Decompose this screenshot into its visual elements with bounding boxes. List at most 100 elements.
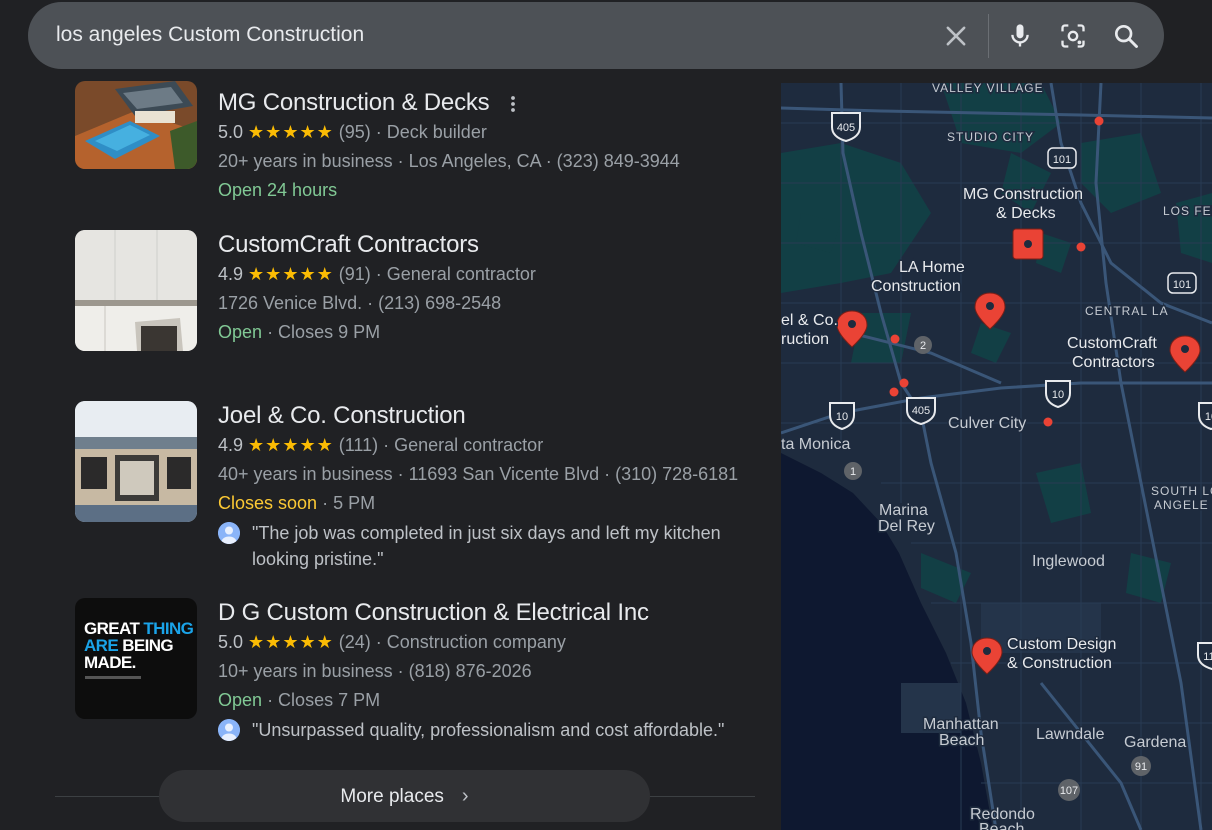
more-options-icon[interactable] [510, 95, 516, 113]
result-title[interactable]: MG Construction & Decks [218, 88, 778, 118]
us-101-shield: 101 [1047, 147, 1077, 169]
pin-label-la-home: Construction [871, 278, 961, 295]
map[interactable]: 405 101 101 10 10 405 1 2 1 91 107 11 VA… [781, 83, 1212, 830]
pin-label-customcraft: Contractors [1072, 354, 1155, 371]
svg-text:2: 2 [920, 340, 926, 352]
review-text: "The job was completed in just six days … [252, 523, 721, 569]
company-logo: GREAT THING ARE BEING MADE. [84, 619, 194, 672]
map-label-south-la: SOUTH LO [1151, 484, 1212, 498]
details: 40+ years in business · 11693 San Vicent… [218, 464, 739, 484]
map-label-lawndale: Lawndale [1036, 726, 1105, 743]
map-pin-mg-construction[interactable] [1012, 228, 1044, 260]
result-thumbnail[interactable] [75, 401, 197, 522]
result-thumbnail[interactable]: GREAT THING ARE BEING MADE. [75, 598, 197, 719]
category: · General contractor [383, 435, 544, 455]
details: 1726 Venice Blvd. · (213) 698-2548 [218, 293, 502, 313]
result-thumbnail[interactable] [75, 81, 197, 169]
more-places-button[interactable]: More places › [159, 770, 650, 822]
interstate-405-shield: 405 [831, 112, 861, 143]
map-label-del-rey: Del Rey [878, 518, 935, 535]
svg-text:107: 107 [1060, 785, 1078, 797]
search-icon[interactable] [1112, 22, 1140, 50]
pin-label-custom-design: & Construction [1007, 655, 1112, 672]
pin-label-mg: & Decks [996, 205, 1056, 222]
pin-label-custom-design: Custom Design [1007, 636, 1116, 653]
review-snippet: "Unsurpassed quality, professionalism an… [218, 717, 778, 743]
mic-icon[interactable] [1006, 22, 1034, 50]
svg-text:101: 101 [1173, 279, 1191, 291]
category: · Deck builder [375, 122, 487, 142]
review-snippet: "The job was completed in just six days … [218, 520, 778, 572]
pin-label-mg: MG Construction [963, 186, 1083, 203]
map-label-valley-village: VALLEY VILLAGE [932, 83, 1044, 95]
search-bar[interactable]: los angeles Custom Construction [28, 2, 1164, 69]
map-label-studio-city: STUDIO CITY [947, 130, 1034, 144]
rating-stars: ★★★★★ [248, 435, 334, 455]
category: · General contractor [375, 264, 536, 284]
route-1-shield: 1 [844, 462, 862, 480]
svg-text:405: 405 [912, 405, 930, 417]
close-icon[interactable] [942, 22, 970, 50]
interstate-10-shield: 10 [829, 402, 855, 431]
review-count[interactable]: (95) [339, 122, 371, 142]
result-title[interactable]: Joel & Co. Construction [218, 401, 778, 431]
result-thumbnail[interactable] [75, 230, 197, 351]
rating-value: 4.9 [218, 264, 244, 284]
pin-label-joel: ruction [781, 331, 829, 348]
result-info: CustomCraft Contractors 4.9 ★★★★★ (91) ·… [218, 230, 778, 347]
rating-stars: ★★★★★ [248, 264, 334, 284]
svg-text:405: 405 [837, 122, 855, 134]
hours-status: Open 24 hours [218, 180, 338, 200]
pin-label-la-home: LA Home [899, 259, 965, 276]
result-info: D G Custom Construction & Electrical Inc… [218, 598, 778, 743]
interstate-405-shield: 405 [906, 397, 936, 426]
chevron-right-icon: › [461, 785, 469, 807]
rating-value: 5.0 [218, 632, 244, 652]
rating-stars: ★★★★★ [248, 122, 334, 142]
rating-value: 4.9 [218, 435, 244, 455]
deck-photo-image [75, 81, 197, 169]
map-label-angeles: ANGELE [1154, 498, 1209, 512]
review-count[interactable]: (91) [339, 264, 371, 284]
search-bar-divider [988, 14, 989, 58]
us-101-shield: 101 [1167, 272, 1197, 294]
reviewer-avatar-icon [218, 719, 240, 741]
category: · Construction company [375, 632, 566, 652]
svg-text:10: 10 [1205, 411, 1212, 423]
lens-icon[interactable] [1059, 22, 1087, 50]
review-text: "Unsurpassed quality, professionalism an… [252, 720, 725, 740]
pin-label-joel: el & Co. [781, 312, 838, 329]
details: 10+ years in business · (818) 876-2026 [218, 661, 532, 681]
review-count[interactable]: (24) [339, 632, 371, 652]
route-107-shield: 107 [1058, 779, 1080, 801]
result-title[interactable]: CustomCraft Contractors [218, 230, 778, 260]
hours-status: Open [218, 690, 263, 710]
rating-stars: ★★★★★ [248, 632, 334, 652]
search-input[interactable]: los angeles Custom Construction [56, 23, 364, 47]
svg-text:10: 10 [1052, 389, 1064, 401]
map-label-gardena: Gardena [1124, 734, 1186, 751]
result-info: MG Construction & Decks 5.0 ★★★★★ (95) ·… [218, 88, 778, 205]
result-info: Joel & Co. Construction 4.9 ★★★★★ (111) … [218, 401, 778, 572]
map-label-beach: Beach [939, 732, 984, 749]
reviewer-avatar-icon [218, 522, 240, 544]
svg-text:110: 110 [1203, 651, 1212, 663]
map-label-los-feliz: LOS FEL [1163, 204, 1212, 218]
svg-text:1: 1 [850, 466, 856, 478]
route-91-shield: 91 [1131, 756, 1151, 776]
svg-text:91: 91 [1135, 761, 1147, 773]
more-places-label: More places [340, 786, 444, 807]
map-canvas[interactable]: 405 101 101 10 10 405 1 2 1 91 107 11 VA… [781, 83, 1212, 830]
result-title[interactable]: D G Custom Construction & Electrical Inc [218, 598, 778, 628]
hours-closing: · Closes 9 PM [267, 322, 381, 342]
svg-text:10: 10 [836, 411, 848, 423]
review-count[interactable]: (111) [339, 435, 378, 455]
house-photo-image [75, 401, 197, 522]
route-2-shield: 2 [914, 336, 932, 354]
hours-closing: · 5 PM [322, 493, 376, 513]
kitchen-photo-image [75, 230, 197, 351]
hours-closing: · Closes 7 PM [267, 690, 381, 710]
hours-status: Closes soon [218, 493, 318, 513]
hours-status: Open [218, 322, 263, 342]
rating-value: 5.0 [218, 122, 244, 142]
